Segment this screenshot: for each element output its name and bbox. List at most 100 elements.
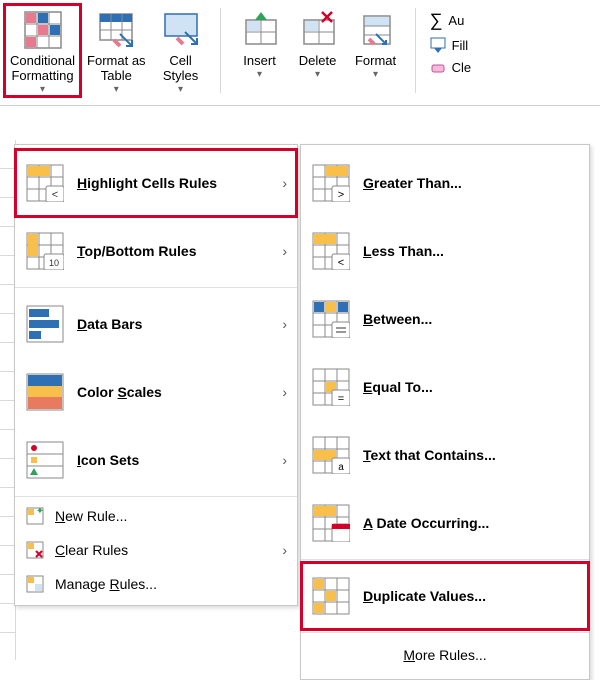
chevron-right-icon: ›: [282, 384, 287, 400]
less-than-icon: <: [311, 231, 351, 271]
less-than-item[interactable]: < Less Than...: [301, 217, 589, 285]
eraser-icon: [430, 59, 446, 75]
clear-rules-item[interactable]: Clear Rules ›: [15, 533, 297, 567]
highlight-cells-rules-icon: <: [25, 163, 65, 203]
ribbon-label: Delete: [299, 54, 337, 69]
highlight-cells-rules-submenu: > Greater Than... < Less Than... Between…: [300, 144, 590, 680]
ribbon-label: Conditional Formatting: [10, 54, 75, 84]
menu-label: Between...: [363, 311, 432, 327]
ribbon-group-styles: Conditional Formatting ▾ Format as Table…: [4, 4, 210, 97]
ribbon-label: Cell Styles: [163, 54, 198, 84]
ribbon: Conditional Formatting ▾ Format as Table…: [0, 0, 600, 106]
menu-separator: [301, 559, 589, 560]
format-as-table-icon: [94, 8, 138, 52]
data-bars-item[interactable]: Data Bars ›: [15, 290, 297, 358]
menu-label: More Rules...: [403, 647, 486, 663]
chevron-down-icon: ▾: [257, 69, 262, 81]
top-bottom-rules-item[interactable]: 10 Top/Bottom Rules ›: [15, 217, 297, 285]
menu-label: Highlight Cells Rules: [77, 175, 217, 191]
ribbon-group-cells: Insert ▾ Delete ▾: [231, 4, 405, 82]
chevron-down-icon: ▾: [114, 84, 119, 96]
menu-label: Text that Contains...: [363, 447, 496, 463]
menu-label: Manage Rules...: [55, 576, 157, 592]
svg-text:<: <: [338, 257, 344, 269]
chevron-right-icon: ›: [282, 542, 287, 558]
duplicate-values-icon: [311, 576, 351, 616]
menu-label: Icon Sets: [77, 452, 139, 468]
menu-label: Duplicate Values...: [363, 588, 486, 604]
ribbon-label: Fill: [452, 38, 469, 53]
insert-button[interactable]: Insert ▾: [231, 4, 289, 82]
ribbon-label: Au: [448, 13, 464, 28]
greater-than-item[interactable]: > Greater Than...: [301, 149, 589, 217]
menu-label: Less Than...: [363, 243, 444, 259]
menu-separator: [301, 632, 589, 633]
chevron-right-icon: ›: [282, 316, 287, 332]
format-button[interactable]: Format ▾: [347, 4, 405, 82]
fill-button[interactable]: Fill: [430, 37, 472, 53]
equal-to-item[interactable]: = Equal To...: [301, 353, 589, 421]
insert-cells-icon: [238, 8, 282, 52]
chevron-right-icon: ›: [282, 452, 287, 468]
ribbon-label: Insert: [243, 54, 276, 69]
equal-to-icon: =: [311, 367, 351, 407]
menu-label: A Date Occurring...: [363, 515, 489, 531]
menu-label: Clear Rules: [55, 542, 128, 558]
top-bottom-rules-icon: 10: [25, 231, 65, 271]
svg-text:>: >: [338, 189, 344, 201]
ribbon-label: Format: [355, 54, 396, 69]
delete-button[interactable]: Delete ▾: [289, 4, 347, 82]
chevron-down-icon: ▾: [40, 84, 45, 96]
date-occurring-icon: [311, 503, 351, 543]
chevron-down-icon: ▾: [178, 84, 183, 96]
autosum-button[interactable]: ∑ Au: [430, 10, 472, 31]
svg-text:10: 10: [49, 258, 59, 268]
color-scales-icon: [25, 372, 65, 412]
ribbon-separator: [220, 8, 221, 93]
a-date-occurring-item[interactable]: A Date Occurring...: [301, 489, 589, 557]
data-bars-icon: [25, 304, 65, 344]
svg-text:✦: ✦: [36, 507, 44, 517]
format-as-table-button[interactable]: Format as Table ▾: [81, 4, 152, 97]
chevron-right-icon: ›: [282, 243, 287, 259]
svg-text:<: <: [52, 189, 58, 201]
conditional-formatting-button[interactable]: Conditional Formatting ▾: [4, 4, 81, 97]
chevron-down-icon: ▾: [315, 69, 320, 81]
conditional-formatting-menu: < Highlight Cells Rules › 10 Top/Bottom …: [14, 144, 298, 606]
ribbon-label: Format as Table: [87, 54, 146, 84]
more-rules-item[interactable]: More Rules...: [301, 635, 589, 675]
duplicate-values-item[interactable]: Duplicate Values...: [301, 562, 589, 630]
between-icon: [311, 299, 351, 339]
menu-label: Equal To...: [363, 379, 433, 395]
manage-rules-item[interactable]: Manage Rules...: [15, 567, 297, 601]
menu-label: Data Bars: [77, 316, 142, 332]
between-item[interactable]: Between...: [301, 285, 589, 353]
ribbon-separator: [415, 8, 416, 93]
menu-label: Greater Than...: [363, 175, 462, 191]
chevron-right-icon: ›: [282, 175, 287, 191]
highlight-cells-rules-item[interactable]: < Highlight Cells Rules ›: [15, 149, 297, 217]
fill-down-icon: [430, 37, 446, 53]
ribbon-group-editing: ∑ Au Fill Cle: [426, 4, 472, 75]
clear-rules-icon: [25, 540, 45, 560]
chevron-down-icon: ▾: [373, 69, 378, 81]
menu-label: Color Scales: [77, 384, 162, 400]
menu-separator: [15, 496, 297, 497]
cell-styles-button[interactable]: Cell Styles ▾: [152, 4, 210, 97]
menu-label: Top/Bottom Rules: [77, 243, 197, 259]
svg-text:=: =: [338, 393, 344, 405]
new-rule-item[interactable]: ✦ New Rule...: [15, 499, 297, 533]
text-that-contains-item[interactable]: a Text that Contains...: [301, 421, 589, 489]
sigma-icon: ∑: [430, 10, 443, 31]
manage-rules-icon: [25, 574, 45, 594]
ribbon-label: Cle: [452, 60, 472, 75]
icon-sets-item[interactable]: Icon Sets ›: [15, 426, 297, 494]
text-contains-icon: a: [311, 435, 351, 475]
conditional-formatting-icon: [21, 8, 65, 52]
cell-styles-icon: [159, 8, 203, 52]
clear-button[interactable]: Cle: [430, 59, 472, 75]
delete-cells-icon: [296, 8, 340, 52]
menu-label: New Rule...: [55, 508, 127, 524]
new-rule-icon: ✦: [25, 506, 45, 526]
color-scales-item[interactable]: Color Scales ›: [15, 358, 297, 426]
